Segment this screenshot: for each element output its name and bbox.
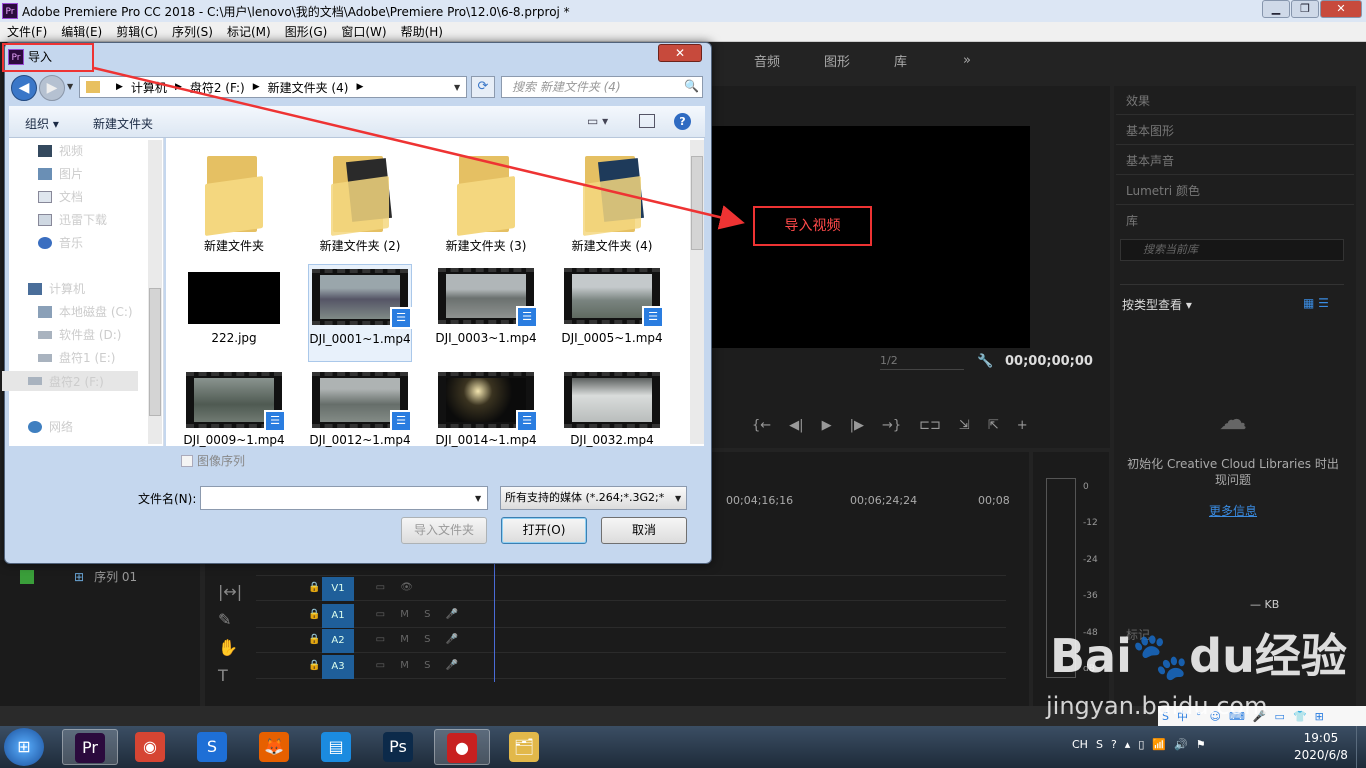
screen-recorder-icon: ●	[447, 733, 477, 763]
photoshop-icon: Ps	[383, 732, 413, 762]
taskbar-app-chrome[interactable]: ◉	[122, 729, 178, 765]
annotation-import-video-label: 导入视频	[753, 206, 872, 246]
language-indicator[interactable]: CH	[1072, 738, 1088, 751]
taskbar-clock[interactable]: 19:05 2020/6/8	[1294, 730, 1348, 764]
chrome-icon: ◉	[135, 732, 165, 762]
system-tray: CH S ? ▴ ▯ 📶 🔊 ⚑	[1072, 738, 1214, 751]
action-center-icon[interactable]: ⚑	[1196, 738, 1206, 751]
show-desktop-button[interactable]	[1356, 726, 1366, 768]
clock-date: 2020/6/8	[1294, 748, 1348, 762]
ime-toolbox-icon[interactable]: ⊞	[1315, 710, 1324, 723]
ime-skin-icon[interactable]: 👕	[1293, 710, 1307, 723]
explorer-icon: 🗂	[509, 732, 539, 762]
baidu-watermark: Bai🐾du经验	[1050, 629, 1347, 683]
taskbar-app-photoshop[interactable]: Ps	[370, 729, 426, 765]
network-signal-icon[interactable]: 📶	[1152, 738, 1166, 751]
taskbar-app-explorer[interactable]: 🗂	[496, 729, 552, 765]
show-hidden-icons[interactable]: ▴	[1125, 738, 1131, 751]
taskbar-app-premiere[interactable]: Pr	[62, 729, 118, 765]
ime-panel-icon[interactable]: ▭	[1275, 710, 1285, 723]
volume-icon[interactable]: 🔊	[1174, 738, 1188, 751]
taskbar-app-firefox[interactable]: 🦊	[246, 729, 302, 765]
taskbar-app-screen-recorder[interactable]: ●	[434, 729, 490, 765]
sogou-tray-icon[interactable]: S	[1096, 738, 1103, 751]
help-tray-icon[interactable]: ?	[1111, 738, 1117, 751]
media-icon: ▤	[321, 732, 351, 762]
premiere-icon: Pr	[75, 733, 105, 763]
battery-icon[interactable]: ▯	[1138, 738, 1144, 751]
taskbar-app-sogou[interactable]: S	[184, 729, 240, 765]
sogou-icon: S	[197, 732, 227, 762]
watermark-url: jingyan.baidu.com	[1046, 692, 1268, 720]
clock-time: 19:05	[1303, 731, 1339, 745]
start-button[interactable]: ⊞	[4, 728, 44, 766]
taskbar-app-media[interactable]: ▤	[308, 729, 364, 765]
firefox-icon: 🦊	[259, 732, 289, 762]
